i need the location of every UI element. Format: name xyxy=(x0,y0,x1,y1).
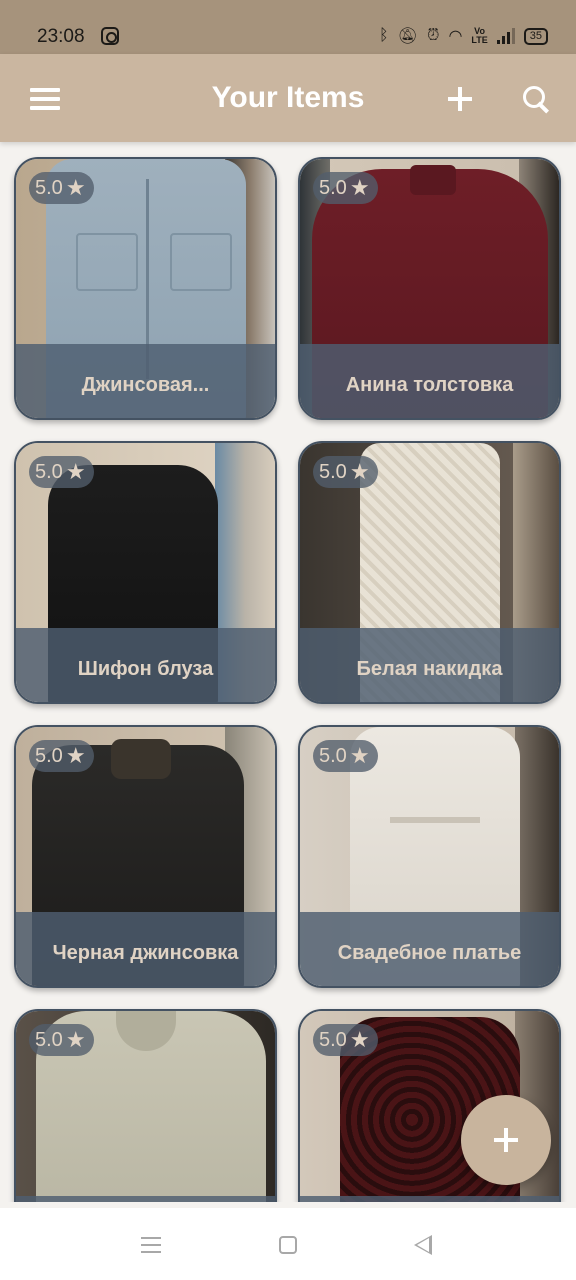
nav-menu-icon[interactable] xyxy=(141,1237,161,1253)
item-name: Черная джинсовка xyxy=(52,942,239,964)
star-icon: ★ xyxy=(349,1027,370,1052)
item-card[interactable]: Белая накидка 5.0 ★ xyxy=(298,441,561,704)
rating-badge: 5.0 ★ xyxy=(29,172,94,204)
items-grid: Джинсовая... 5.0 ★ Анина толстовка 5.0 ★ Ш… xyxy=(0,142,576,1202)
status-bar: 23:08 ᛒ 🔕︎ ⏰︎ ◠ Vo LTE 35 xyxy=(0,0,576,54)
item-card[interactable]: Шифон блуза 5.0 ★ xyxy=(14,441,277,704)
item-card[interactable]: Черная джинсовка 5.0 ★ xyxy=(14,725,277,988)
star-icon: ★ xyxy=(65,743,86,768)
rating-value: 5.0 xyxy=(35,1028,63,1051)
item-name: Анина толстовка xyxy=(345,374,514,396)
item-name: Белая накидка xyxy=(356,658,503,680)
rating-value: 5.0 xyxy=(319,460,347,483)
mute-icon: 🔕︎ xyxy=(397,28,418,45)
wifi-icon: ◠ xyxy=(448,28,463,45)
item-card[interactable]: 5.0 ★ xyxy=(14,1009,277,1202)
rating-value: 5.0 xyxy=(35,176,63,199)
signal-icon xyxy=(496,28,515,44)
bluetooth-icon: ᛒ xyxy=(379,27,389,44)
nav-home-icon[interactable] xyxy=(279,1236,297,1254)
rating-value: 5.0 xyxy=(319,176,347,199)
status-time: 23:08 xyxy=(37,26,85,47)
rating-badge: 5.0 ★ xyxy=(29,456,94,488)
rating-value: 5.0 xyxy=(319,744,347,767)
app-bar: Your Items xyxy=(0,54,576,142)
search-icon[interactable] xyxy=(523,86,553,116)
rating-badge: 5.0 ★ xyxy=(313,456,378,488)
card-title-band xyxy=(300,1196,559,1202)
star-icon: ★ xyxy=(65,459,86,484)
status-icons: ᛒ 🔕︎ ⏰︎ ◠ Vo LTE 35 xyxy=(379,26,548,46)
star-icon: ★ xyxy=(65,175,86,200)
nav-back-icon[interactable] xyxy=(414,1235,432,1255)
battery-icon: 35 xyxy=(523,27,548,45)
alarm-icon: ⏰︎ xyxy=(426,27,440,44)
instagram-icon xyxy=(101,27,119,45)
volte-icon: Vo LTE xyxy=(471,26,488,45)
add-fab-icon[interactable] xyxy=(461,1095,551,1185)
item-card[interactable]: Джинсовая... 5.0 ★ xyxy=(14,157,277,420)
rating-value: 5.0 xyxy=(35,744,63,767)
system-nav-bar xyxy=(0,1208,576,1280)
item-name: Свадебное платье xyxy=(337,942,522,964)
rating-badge: 5.0 ★ xyxy=(29,740,94,772)
page-title: Your Items xyxy=(211,81,365,114)
add-icon[interactable] xyxy=(448,87,472,111)
star-icon: ★ xyxy=(65,1027,86,1052)
item-name: Шифон блуза xyxy=(77,658,214,680)
rating-badge: 5.0 ★ xyxy=(29,1024,94,1056)
rating-value: 5.0 xyxy=(319,1028,347,1051)
star-icon: ★ xyxy=(349,175,370,200)
item-card[interactable]: Свадебное платье 5.0 ★ xyxy=(298,725,561,988)
star-icon: ★ xyxy=(349,743,370,768)
item-name: Джинсовая... xyxy=(81,374,210,396)
rating-badge: 5.0 ★ xyxy=(313,740,378,772)
star-icon: ★ xyxy=(349,459,370,484)
item-card[interactable]: Анина толстовка 5.0 ★ xyxy=(298,157,561,420)
rating-badge: 5.0 ★ xyxy=(313,1024,378,1056)
card-title-band xyxy=(16,1196,275,1202)
rating-badge: 5.0 ★ xyxy=(313,172,378,204)
rating-value: 5.0 xyxy=(35,460,63,483)
